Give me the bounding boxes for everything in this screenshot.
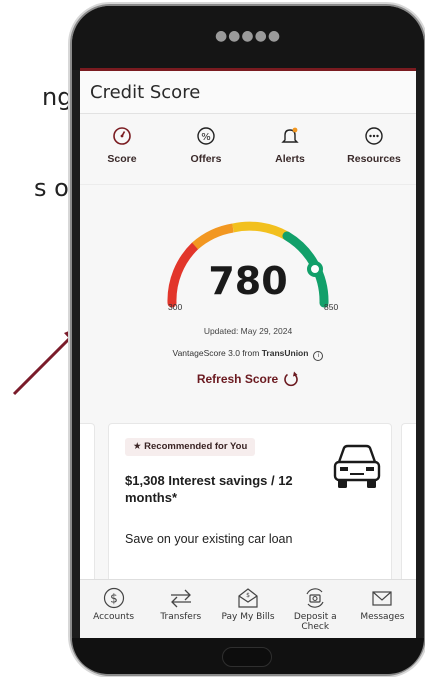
nav-label: Transfers [160,612,202,622]
bureau-name: TransUnion [261,348,309,358]
refresh-score-button[interactable]: Refresh Score [80,371,416,387]
tab-label: Score [107,153,137,165]
nav-transfers[interactable]: Transfers [147,580,214,638]
title-bar: Credit Score [80,71,416,114]
refresh-icon [284,371,298,387]
nav-deposit-check[interactable]: Deposit a Check [282,580,349,638]
nav-messages[interactable]: Messages [349,580,416,638]
svg-text:$: $ [246,592,250,599]
nav-label: Pay My Bills [221,612,275,622]
score-max-label: 850 [324,302,339,312]
score-source: VantageScore 3.0 from TransUnion i [80,348,416,361]
tab-label: Offers [190,153,222,165]
tab-resources[interactable]: Resources [332,114,416,184]
info-icon[interactable]: i [313,351,324,361]
recommended-badge: ★ Recommended for You [125,438,256,456]
tab-label: Alerts [275,153,305,165]
offer-card[interactable]: ★ Recommended for You $1,308 Interest sa… [108,423,392,585]
nav-pay-bills[interactable]: $ Pay My Bills [214,580,281,638]
transfer-arrows-icon [170,589,191,608]
phone-notch: ●●●●● [72,6,424,70]
nav-accounts[interactable]: $ Accounts [80,580,147,638]
background-text-2: s of [34,174,78,202]
previous-card-peek[interactable] [80,423,95,585]
bottom-nav: $ Accounts Transfers $ Pay My Bills Depo… [80,579,416,638]
camera-deposit-icon [306,588,324,608]
bell-icon [281,127,299,143]
car-icon [333,444,381,488]
gauge-icon [113,127,131,145]
envelope-icon [372,591,393,606]
offers-carousel: ★ Recommended for You $1,308 Interest sa… [80,417,416,587]
percent-icon: % [197,127,215,145]
background-text-1: ng [42,83,73,111]
tab-score[interactable]: Score [80,114,164,184]
offer-headline: $1,308 Interest savings / 12 months* [125,473,293,505]
score-min-label: 300 [168,302,183,312]
svg-text:$: $ [110,592,118,606]
nav-label: Deposit a Check [293,612,337,632]
nav-label: Accounts [93,612,135,622]
page-title: Credit Score [90,82,201,103]
updated-date: Updated: May 29, 2024 [203,326,293,336]
phone-frame: ●●●●● Credit Score Score % Offers Alerts… [72,6,424,674]
tab-label: Resources [347,153,401,165]
next-card-peek[interactable] [401,423,416,585]
nav-label: Messages [360,612,405,622]
app-screen: Credit Score Score % Offers Alerts Resou… [80,71,416,638]
svg-text:%: % [201,132,211,143]
tab-bar: Score % Offers Alerts Resources [80,114,416,185]
ellipsis-icon [365,127,383,145]
status-dots: ●●●●● [214,28,282,44]
dollar-icon: $ [103,587,124,609]
score-model: VantageScore 3.0 from [172,348,262,358]
home-button[interactable] [222,647,272,667]
offer-description: Save on your existing car loan [125,532,293,546]
badge-label: Recommended for You [144,441,248,452]
star-icon: ★ [133,441,145,452]
tab-alerts[interactable]: Alerts [248,114,332,184]
refresh-score-label: Refresh Score [196,372,279,386]
score-value: 780 [208,259,288,303]
tab-offers[interactable]: % Offers [164,114,248,184]
phone-home-bar [72,638,424,674]
pay-bills-envelope-icon: $ [238,588,258,608]
score-section: 780 300 850 Updated: May 29, 2024 Vantag… [80,185,416,417]
